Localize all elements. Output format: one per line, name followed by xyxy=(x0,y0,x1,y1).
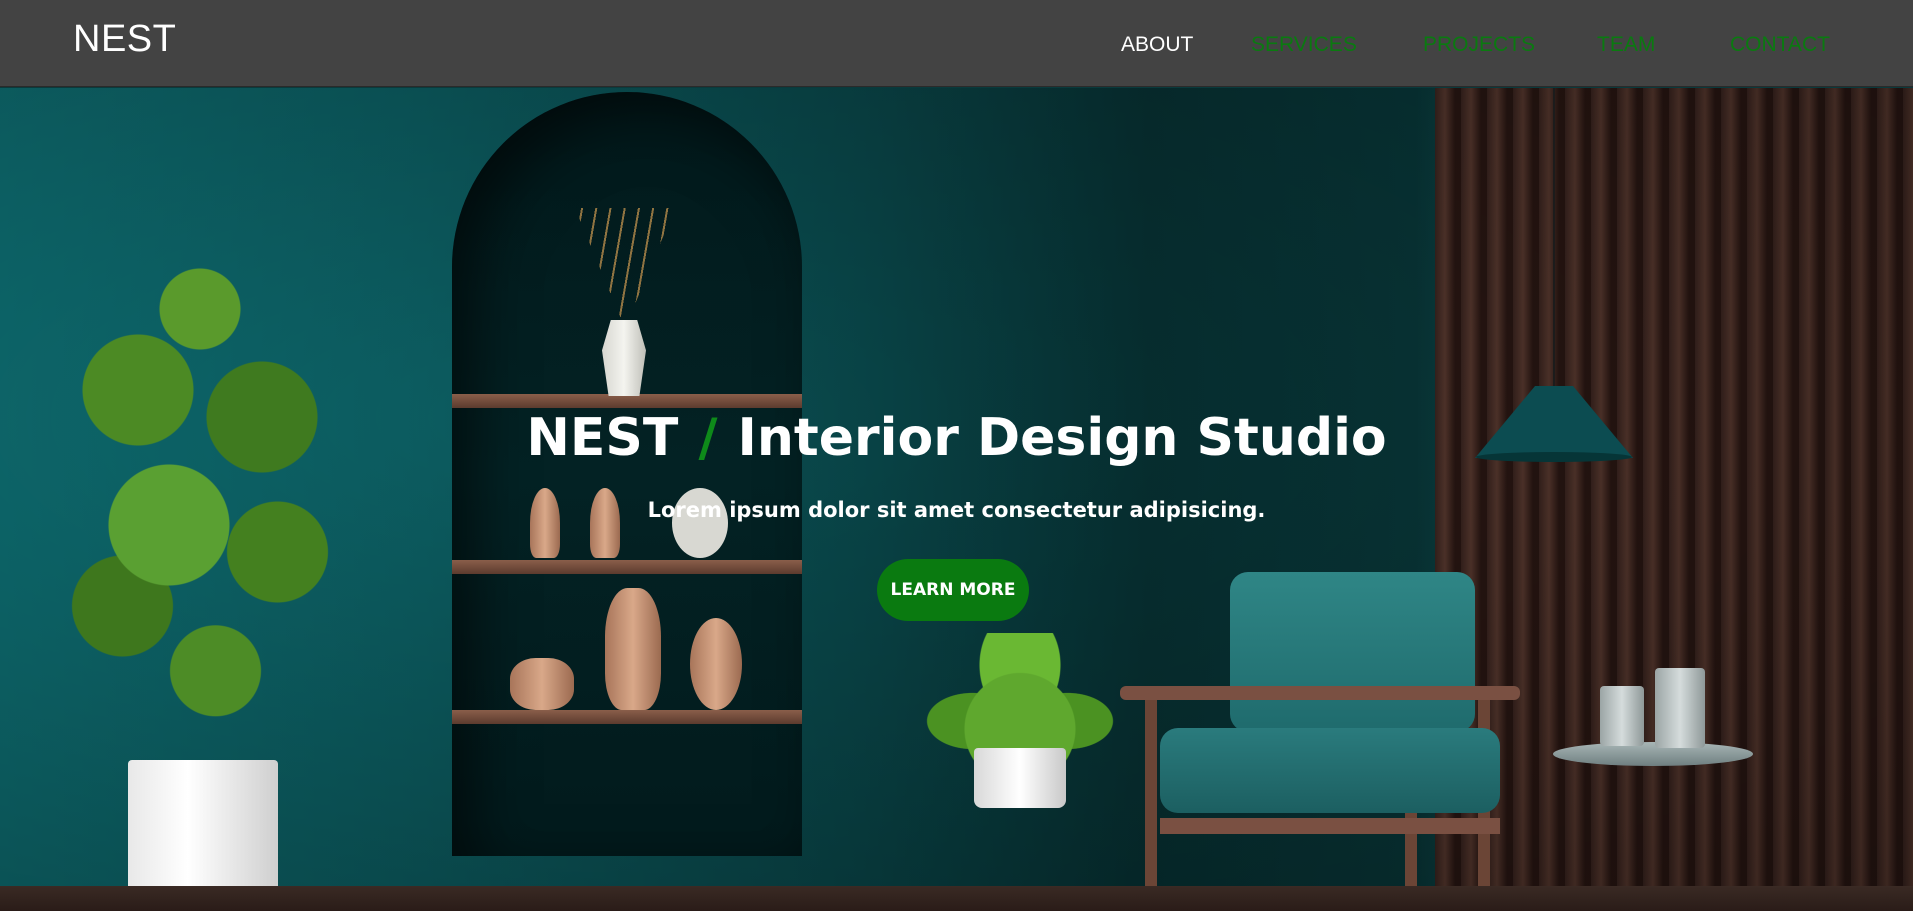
hero-title-brand: NEST xyxy=(526,408,679,468)
nav-link-contact[interactable]: CONTACT xyxy=(1730,33,1830,57)
nav-link-team[interactable]: TEAM xyxy=(1597,33,1655,57)
hero-subtitle: Lorem ipsum dolor sit amet consectetur a… xyxy=(647,498,1266,522)
learn-more-button[interactable]: LEARN MORE xyxy=(877,559,1029,621)
nav-link-about[interactable]: ABOUT xyxy=(1121,33,1193,57)
navbar: NEST ABOUT SERVICES PROJECTS TEAM CONTAC… xyxy=(0,0,1913,87)
hero-content: NEST / Interior Design Studio Lorem ipsu… xyxy=(0,88,1913,911)
nav-link-projects[interactable]: PROJECTS xyxy=(1423,33,1535,57)
hero-title-text: Interior Design Studio xyxy=(737,408,1387,468)
hero-title-slash: / xyxy=(698,408,718,468)
hero-title: NEST / Interior Design Studio xyxy=(0,408,1913,468)
hero-section: NEST / Interior Design Studio Lorem ipsu… xyxy=(0,88,1913,911)
nav-link-services[interactable]: SERVICES xyxy=(1251,33,1357,57)
site-logo[interactable]: NEST xyxy=(73,18,176,61)
